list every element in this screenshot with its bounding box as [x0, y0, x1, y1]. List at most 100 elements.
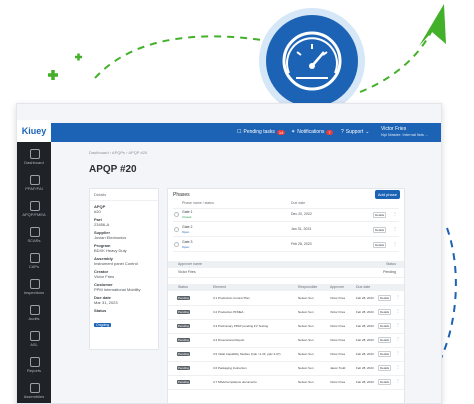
- col-due-date: Due date: [291, 201, 306, 205]
- details-button[interactable]: Details: [378, 365, 392, 371]
- top-bar: ☐ Pending tasks 14 ✶ Notifications 7 ? S…: [51, 123, 441, 142]
- more-icon[interactable]: ⋮: [396, 364, 400, 369]
- caps-icon: [30, 253, 40, 263]
- element-name: 3.4 Dimensional Report: [213, 338, 245, 342]
- element-row[interactable]: Pending 3.5 Initial Capability Studies (…: [168, 348, 404, 362]
- status-badge: Pending: [177, 296, 191, 300]
- details-button[interactable]: Details: [373, 242, 387, 248]
- details-button[interactable]: Details: [373, 227, 387, 233]
- select-radio[interactable]: [174, 227, 179, 232]
- details-button[interactable]: Details: [378, 337, 392, 343]
- green-arrow: [419, 4, 446, 46]
- app-window: Kiuey Dashboard PPAP/FAI APQP/FMEA SCARs…: [16, 103, 442, 404]
- details-button[interactable]: Details: [378, 351, 392, 357]
- phase-status: Open: [182, 230, 190, 234]
- element-name: 3.5 Initial Capability Studies (Cpk >1.3…: [213, 352, 281, 356]
- sidebar-item-label: PPAP/FAI: [25, 186, 43, 191]
- details-button[interactable]: Details: [378, 323, 392, 329]
- notifications-button[interactable]: ✶ Notifications 7: [291, 129, 333, 135]
- due-date: Feb 28, 2023: [356, 296, 374, 300]
- element-row[interactable]: Pending 3.1 Production Control Plan Nels…: [168, 292, 404, 306]
- more-icon[interactable]: ⋮: [393, 241, 397, 246]
- audit-icon: [30, 305, 40, 315]
- details-button[interactable]: Details: [378, 309, 392, 315]
- user-menu[interactable]: Victor Fries Npi Master: Internal lists …: [381, 126, 428, 138]
- page-title: APQP #20: [89, 164, 137, 175]
- approver: Jason Todd: [330, 366, 346, 370]
- element-row[interactable]: Pending 3.3 Preliminary PPAP pending FV …: [168, 320, 404, 334]
- field-value: Victor Fries: [94, 274, 115, 279]
- add-phase-button[interactable]: Add phase: [374, 190, 400, 199]
- sidebar-item-label: Reports: [26, 368, 41, 373]
- pending-count-badge: 14: [276, 129, 286, 135]
- element-row[interactable]: Pending 3.2 Production PFMEA Nelson Sun …: [168, 306, 404, 320]
- status-badge: Pending: [177, 352, 191, 356]
- element-name: 3.7 MSA/Compliance documents: [213, 380, 257, 384]
- more-icon[interactable]: ⋮: [396, 322, 400, 327]
- approver: Victor Fries: [330, 380, 346, 384]
- approver: Victor Fries: [330, 338, 346, 342]
- phase-row[interactable]: Gate 3 Open Feb 28, 2023 Details ⋮: [173, 239, 399, 252]
- phases-columns: Phase name / status Due date: [173, 201, 399, 209]
- select-radio[interactable]: [174, 242, 179, 247]
- support-label: Support: [345, 129, 364, 135]
- logo: Kiuey: [17, 120, 51, 142]
- approver-status-header: Status: [386, 262, 396, 266]
- col-due: Due date: [356, 285, 371, 289]
- element-row[interactable]: Pending 3.4 Dimensional Report Nelson Su…: [168, 334, 404, 348]
- due-date: Feb 28, 2023: [356, 380, 374, 384]
- field-value: PPM International Mobility: [94, 287, 141, 292]
- col-element: Element: [213, 285, 226, 289]
- field-value: Mar 31, 2023: [94, 300, 118, 305]
- sidebar-item-assemblies[interactable]: Assemblies: [17, 380, 51, 403]
- status-badge: Pending: [177, 338, 191, 342]
- details-button[interactable]: Details: [373, 212, 387, 218]
- dashed-path-left: [94, 35, 263, 79]
- more-icon[interactable]: ⋮: [393, 211, 397, 216]
- scar-icon: [30, 227, 40, 237]
- bell-icon: ✶: [291, 129, 296, 135]
- phase-name: Gate 1: [182, 210, 193, 214]
- more-icon[interactable]: ⋮: [396, 294, 400, 299]
- phase-status: Closed: [182, 215, 192, 219]
- status-badge: Pending: [177, 324, 191, 328]
- element-row[interactable]: Pending 3.6 Packaging Instruction Nelson…: [168, 362, 404, 376]
- details-button[interactable]: Details: [378, 295, 392, 301]
- approver-name: Victor Fries: [178, 270, 196, 274]
- inspection-icon: [30, 279, 40, 289]
- phase-row[interactable]: Gate 2 Open Jan 31, 2023 Details ⋮: [173, 224, 399, 237]
- phase-row[interactable]: Gate 1 Closed Dec 20, 2022 Details ⋮: [173, 209, 399, 222]
- sidebar-item-label: CAPs: [28, 264, 40, 269]
- phases-title: Phases: [173, 192, 190, 198]
- due-date: Feb 28, 2023: [356, 352, 374, 356]
- status-badge: Ongoing: [94, 323, 112, 327]
- ppap-icon: [30, 175, 40, 185]
- more-icon[interactable]: ⋮: [396, 378, 400, 383]
- plus-icon: [48, 70, 58, 80]
- details-header: Details: [90, 189, 158, 201]
- responsible: Nelson Sun: [298, 352, 314, 356]
- phase-name: Gate 2: [182, 225, 193, 229]
- more-icon[interactable]: ⋮: [396, 350, 400, 355]
- approver: Victor Fries: [330, 352, 346, 356]
- breadcrumb: Dashboard › APQPs › APQP #20: [89, 150, 148, 155]
- field-value: #20: [94, 209, 101, 214]
- element-row[interactable]: Pending 3.7 MSA/Compliance documents Nel…: [168, 376, 404, 390]
- sidebar-item-label: SCARs: [27, 238, 41, 243]
- notifications-label: Notifications: [297, 129, 325, 135]
- dashed-path-right: [359, 29, 433, 93]
- plus-icon-small: [75, 53, 82, 61]
- responsible: Nelson Sun: [298, 380, 314, 384]
- select-radio[interactable]: [174, 212, 179, 217]
- pending-tasks-button[interactable]: ☐ Pending tasks 14: [237, 129, 286, 135]
- field-value: 23456-A: [94, 222, 110, 227]
- details-button[interactable]: Details: [378, 379, 392, 385]
- status-badge: Pending: [177, 366, 191, 370]
- more-icon[interactable]: ⋮: [393, 226, 397, 231]
- col-phase-name: Phase name / status: [182, 201, 214, 205]
- assemblies-icon: [30, 383, 40, 393]
- more-icon[interactable]: ⋮: [396, 336, 400, 341]
- clipboard-icon: ☐: [237, 129, 242, 135]
- support-button[interactable]: ? Support ⌄: [341, 129, 370, 135]
- more-icon[interactable]: ⋮: [396, 308, 400, 313]
